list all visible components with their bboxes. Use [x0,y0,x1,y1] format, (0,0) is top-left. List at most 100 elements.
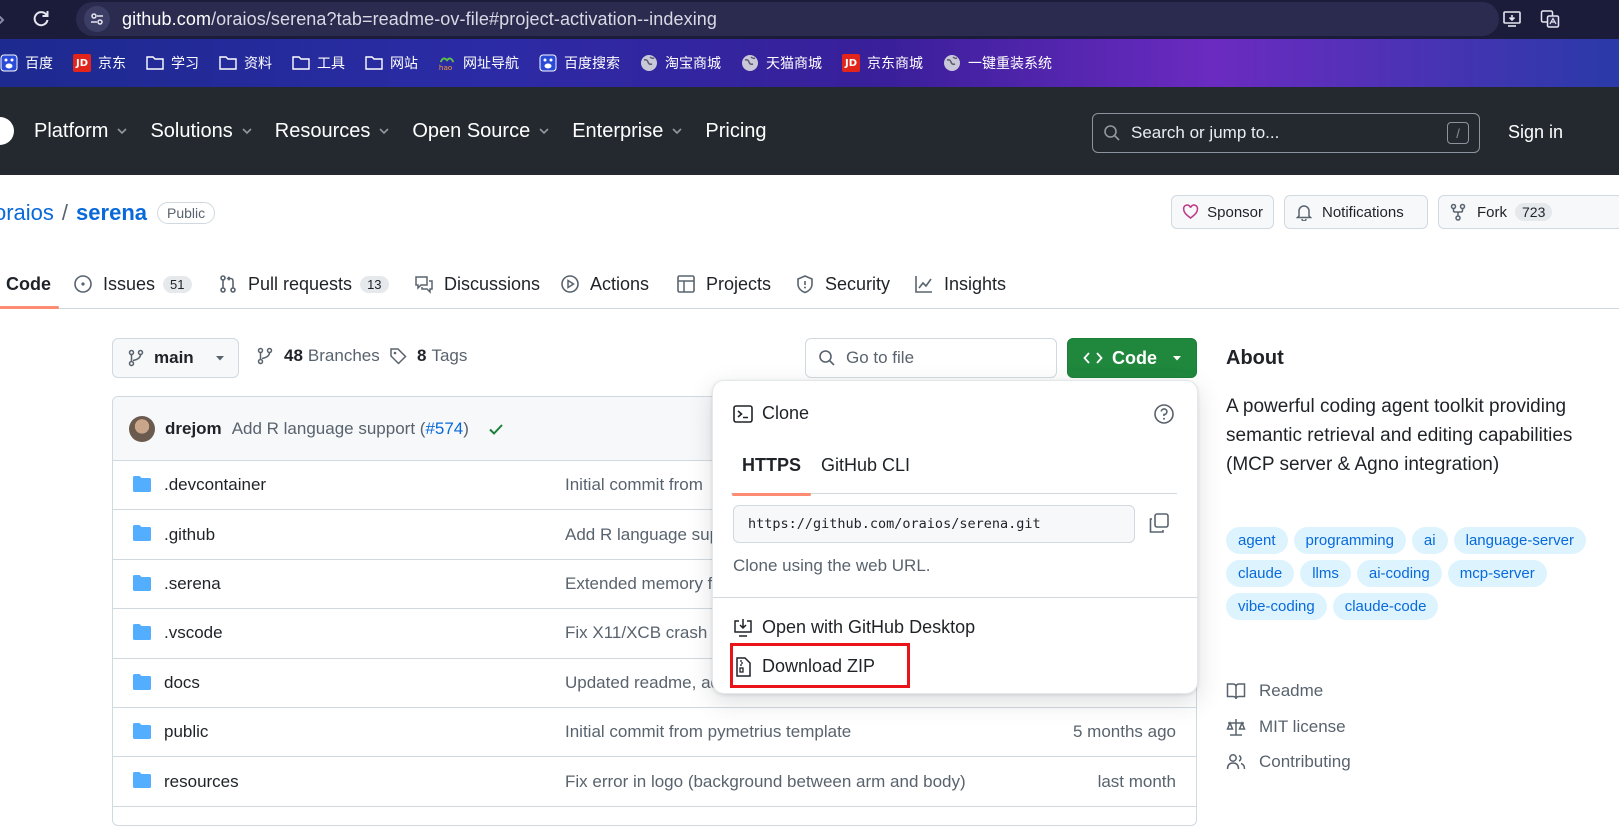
topic-tag[interactable]: agent [1226,527,1288,554]
table-row[interactable]: public Initial commit from pymetrius temp… [113,708,1196,758]
bookmark-item[interactable]: 工具 [292,53,345,73]
license-link[interactable]: MIT license [1226,717,1346,737]
file-commit-message[interactable]: Initial commit from [565,475,703,495]
tab-label: Issues [103,273,156,294]
file-commit-message[interactable]: Updated readme, ad [565,673,720,693]
bookmark-label: 网址导航 [463,56,519,72]
topic-tag[interactable]: vibe-coding [1226,593,1327,620]
check-icon[interactable] [487,420,505,438]
forward-icon[interactable] [0,10,8,30]
tab-actions[interactable]: Actions [560,260,649,308]
tab-pull-requests[interactable]: Pull requests 13 [218,260,389,308]
tab-issues[interactable]: Issues 51 [73,260,192,308]
commit-message[interactable]: Add R language support (#574) [232,419,469,439]
contributing-link[interactable]: Contributing [1226,752,1351,772]
nav-platform[interactable]: Platform [34,120,128,143]
bookmark-item[interactable]: hao 网址导航 [438,53,519,73]
topic-tag[interactable]: ai [1411,527,1448,554]
bookmark-item[interactable]: JD 京东 [73,53,126,73]
file-commit-message[interactable]: Add R language sup [565,525,719,545]
file-name[interactable]: .devcontainer [164,475,266,495]
topic-tag[interactable]: claude [1226,560,1295,587]
clone-url-field[interactable]: https://github.com/oraios/serena.git [733,505,1135,543]
install-app-icon[interactable] [1502,9,1522,29]
file-name[interactable]: resources [164,772,239,792]
branches-count: 48 [284,346,303,365]
repo-name-link[interactable]: serena [76,200,147,226]
nav-pricing[interactable]: Pricing [705,120,766,143]
search-shortcut-key: / [1447,122,1469,144]
site-info-icon[interactable] [84,6,110,32]
bookmark-label: 网站 [390,56,418,72]
reload-icon[interactable] [31,9,51,29]
download-zip-highlight [730,643,910,688]
tab-github-cli[interactable]: GitHub CLI [821,455,910,476]
commit-author[interactable]: drejom [165,419,222,439]
file-name[interactable]: .vscode [164,623,223,643]
topic-tag[interactable]: mcp-server [1447,560,1547,587]
bookmark-item[interactable]: 天猫商城 [741,53,822,73]
branches-link[interactable]: 48 Branches [256,346,380,366]
tab-security[interactable]: Security [795,260,890,308]
bookmark-item[interactable]: 淘宝商城 [640,53,721,73]
repo-owner-link[interactable]: oraios [0,200,54,226]
bookmark-item[interactable]: JD 京东商城 [842,53,923,73]
go-to-file-input[interactable]: Go to file [805,338,1057,378]
tags-link[interactable]: 8 Tags [389,346,467,366]
bookmark-item[interactable]: 一键重装系统 [943,53,1052,73]
desktop-download-icon [734,618,752,637]
file-name[interactable]: .github [164,525,215,545]
copy-icon[interactable] [1147,511,1171,535]
topic-tag[interactable]: claude-code [1332,593,1439,620]
topic-tag[interactable]: language-server [1453,527,1587,554]
question-icon[interactable] [1153,403,1175,425]
nav-open-source[interactable]: Open Source [412,120,550,143]
divider [713,597,1197,598]
fork-button[interactable]: Fork 723 [1438,195,1619,229]
bookmark-item[interactable]: 百度搜索 [539,53,620,73]
folder-icon [133,673,151,690]
sponsor-button[interactable]: Sponsor [1171,195,1274,229]
notifications-button[interactable]: Notifications [1284,195,1428,229]
avatar[interactable] [129,415,155,442]
nav-enterprise[interactable]: Enterprise [572,120,683,143]
tab-discussions[interactable]: Discussions [414,260,540,308]
topic-tag[interactable]: programming [1293,527,1406,554]
bookmark-item[interactable]: 百度 [0,53,53,73]
open-with-github-desktop[interactable]: Open with GitHub Desktop [733,617,975,638]
topic-tag[interactable]: llms [1300,560,1351,587]
nav-solutions[interactable]: Solutions [150,120,252,143]
law-icon [1226,719,1246,736]
translate-icon[interactable] [1540,9,1560,29]
table-row[interactable]: resources Fix error in logo (background b… [113,757,1196,807]
bookmark-item[interactable]: 网站 [365,53,418,73]
bookmark-item[interactable]: 学习 [146,53,199,73]
bookmark-item[interactable]: 资料 [219,53,272,73]
file-name[interactable]: public [164,722,208,742]
search-input[interactable]: Search or jump to... / [1092,113,1480,153]
tab-label: Pull requests [248,273,353,294]
address-bar[interactable]: github.com/oraios/serena?tab=readme-ov-f… [76,2,1499,36]
fork-count: 723 [1515,203,1553,221]
file-commit-message[interactable]: Extended memory f [565,574,712,594]
file-commit-message[interactable]: Initial commit from pymetrius template [565,722,851,742]
bookmark-label: 京东 [98,56,126,72]
branch-selector[interactable]: main [112,338,239,378]
issues-count: 51 [163,275,192,293]
commit-pr-link[interactable]: #574 [425,419,463,438]
file-commit-message[interactable]: Fix X11/XCB crash w [565,623,724,643]
file-name[interactable]: .serena [164,574,221,594]
code-button[interactable]: Code [1067,338,1197,378]
tab-projects[interactable]: Projects [676,260,771,308]
github-logo-icon[interactable] [0,117,14,145]
tab-code[interactable]: Code [0,260,59,309]
bookmarks-bar: 百度 JD 京东 学习 资料 工具 网站 hao 网址导航 百度搜索 淘宝商城 天猫商城 JD 京东商城 一… [0,39,1619,87]
file-name[interactable]: docs [164,673,200,693]
readme-link[interactable]: Readme [1226,681,1323,701]
sign-in-link[interactable]: Sign in [1508,122,1563,143]
topic-tag[interactable]: ai-coding [1356,560,1442,587]
tab-insights[interactable]: Insights [914,260,1006,308]
tab-https[interactable]: HTTPS [731,455,812,496]
nav-resources[interactable]: Resources [275,120,391,143]
file-commit-message[interactable]: Fix error in logo (background between ar… [565,772,966,792]
